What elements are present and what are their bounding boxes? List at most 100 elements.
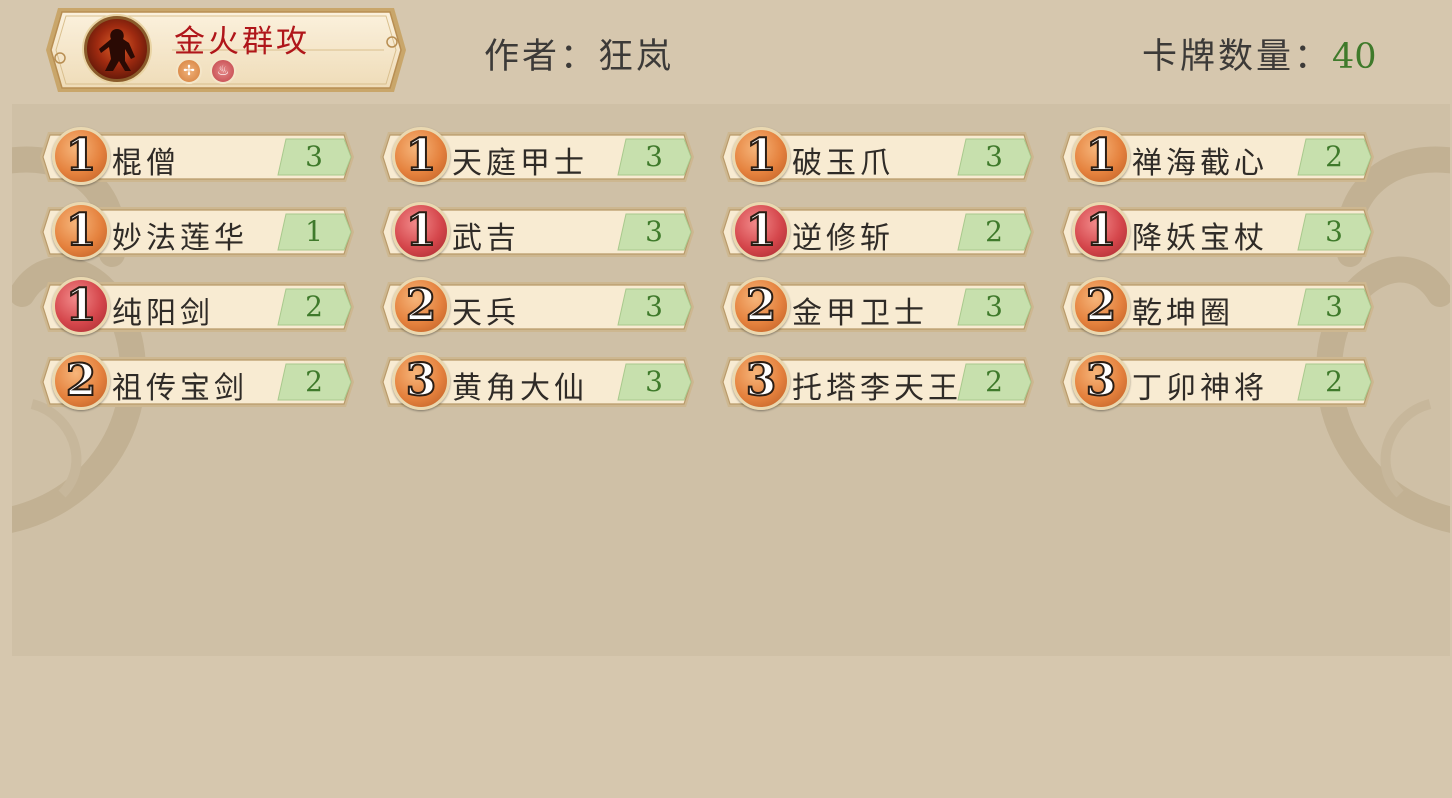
quantity-tag: 2 (956, 363, 1032, 401)
cost-badge: 1 (1072, 202, 1130, 260)
card-cost: 3 (745, 354, 778, 407)
card-quantity: 2 (985, 365, 1003, 398)
card-count: 卡牌数量：40 (1142, 28, 1377, 79)
card-quantity: 3 (645, 365, 663, 398)
quantity-tag: 2 (1296, 138, 1372, 176)
card-cost: 1 (65, 204, 98, 257)
card-name: 禅海截心 (1132, 146, 1268, 181)
card-cost: 1 (65, 279, 98, 332)
card-name: 托塔李天王 (792, 371, 962, 406)
card-quantity: 3 (985, 140, 1003, 173)
card-cost: 1 (405, 204, 438, 257)
quantity-tag: 3 (616, 288, 692, 326)
card-quantity: 2 (305, 290, 323, 323)
card-row[interactable]: 1 天庭甲士 3 (378, 127, 696, 185)
author-label: 作者：狂岚 (484, 37, 675, 77)
cost-badge: 3 (392, 352, 450, 410)
card-quantity: 2 (1325, 365, 1343, 398)
cost-badge: 1 (392, 127, 450, 185)
card-cost: 1 (1085, 204, 1118, 257)
quantity-tag: 3 (276, 138, 352, 176)
deck-banner[interactable]: 金火群攻 ✢ ♨ (44, 6, 408, 94)
card-quantity: 3 (1325, 215, 1343, 248)
fire-element-icon: ♨ (210, 58, 236, 84)
cost-badge: 2 (1072, 277, 1130, 335)
card-cost: 2 (745, 279, 778, 332)
card-row[interactable]: 1 禅海截心 2 (1058, 127, 1376, 185)
card-name: 妙法莲华 (112, 221, 248, 256)
card-cost: 1 (745, 129, 778, 182)
deck-header: 金火群攻 ✢ ♨ 作者：狂岚 卡牌数量：40 (0, 0, 1452, 100)
cost-badge: 1 (392, 202, 450, 260)
card-cost: 1 (745, 204, 778, 257)
card-quantity: 1 (305, 215, 323, 248)
card-name: 破玉爪 (792, 146, 894, 181)
card-quantity: 3 (645, 215, 663, 248)
card-row[interactable]: 1 破玉爪 3 (718, 127, 1036, 185)
card-cost: 2 (65, 354, 98, 407)
card-quantity: 3 (985, 290, 1003, 323)
card-name: 纯阳剑 (112, 296, 214, 331)
card-quantity: 3 (645, 290, 663, 323)
cost-badge: 1 (52, 277, 110, 335)
card-count-label: 卡牌数量： (1142, 37, 1333, 77)
card-row[interactable]: 1 妙法莲华 1 (38, 202, 356, 260)
card-cost: 1 (65, 129, 98, 182)
cost-badge: 1 (52, 202, 110, 260)
card-quantity: 3 (645, 140, 663, 173)
cost-badge: 1 (1072, 127, 1130, 185)
card-cost: 2 (1085, 279, 1118, 332)
card-cost: 1 (1085, 129, 1118, 182)
quantity-tag: 2 (956, 213, 1032, 251)
card-name: 黄角大仙 (452, 371, 588, 406)
card-name: 天庭甲士 (452, 146, 588, 181)
quantity-tag: 3 (956, 288, 1032, 326)
card-name: 丁卯神将 (1132, 371, 1268, 406)
card-cost: 3 (405, 354, 438, 407)
card-row[interactable]: 1 武吉 3 (378, 202, 696, 260)
card-row[interactable]: 3 黄角大仙 3 (378, 352, 696, 410)
card-count-value: 40 (1332, 37, 1377, 77)
cost-badge: 1 (732, 202, 790, 260)
card-row[interactable]: 1 纯阳剑 2 (38, 277, 356, 335)
card-name: 棍僧 (112, 146, 180, 181)
metal-element-icon: ✢ (176, 58, 202, 84)
card-quantity: 2 (985, 215, 1003, 248)
card-row[interactable]: 2 金甲卫士 3 (718, 277, 1036, 335)
card-name: 祖传宝剑 (112, 371, 248, 406)
quantity-tag: 2 (1296, 363, 1372, 401)
card-name: 逆修斩 (792, 221, 894, 256)
card-row[interactable]: 2 祖传宝剑 2 (38, 352, 356, 410)
card-row[interactable]: 2 天兵 3 (378, 277, 696, 335)
quantity-tag: 1 (276, 213, 352, 251)
quantity-tag: 3 (1296, 213, 1372, 251)
cost-badge: 2 (52, 352, 110, 410)
card-name: 武吉 (452, 221, 520, 256)
quantity-tag: 2 (276, 363, 352, 401)
card-row[interactable]: 1 降妖宝杖 3 (1058, 202, 1376, 260)
cost-badge: 3 (1072, 352, 1130, 410)
card-quantity: 2 (1325, 140, 1343, 173)
cost-badge: 2 (732, 277, 790, 335)
quantity-tag: 3 (616, 213, 692, 251)
quantity-tag: 3 (616, 138, 692, 176)
card-row[interactable]: 3 托塔李天王 2 (718, 352, 1036, 410)
card-row[interactable]: 1 逆修斩 2 (718, 202, 1036, 260)
card-row[interactable]: 2 乾坤圈 3 (1058, 277, 1376, 335)
card-quantity: 3 (1325, 290, 1343, 323)
cost-badge: 2 (392, 277, 450, 335)
card-row[interactable]: 3 丁卯神将 2 (1058, 352, 1376, 410)
card-quantity: 2 (305, 365, 323, 398)
quantity-tag: 3 (1296, 288, 1372, 326)
card-row[interactable]: 1 棍僧 3 (38, 127, 356, 185)
cost-badge: 3 (732, 352, 790, 410)
card-name: 乾坤圈 (1132, 296, 1234, 331)
quantity-tag: 3 (956, 138, 1032, 176)
cost-badge: 1 (52, 127, 110, 185)
quantity-tag: 3 (616, 363, 692, 401)
card-name: 金甲卫士 (792, 296, 928, 331)
card-name: 天兵 (452, 296, 520, 331)
card-name: 降妖宝杖 (1132, 221, 1268, 256)
warrior-silhouette-icon (99, 29, 135, 71)
quantity-tag: 2 (276, 288, 352, 326)
